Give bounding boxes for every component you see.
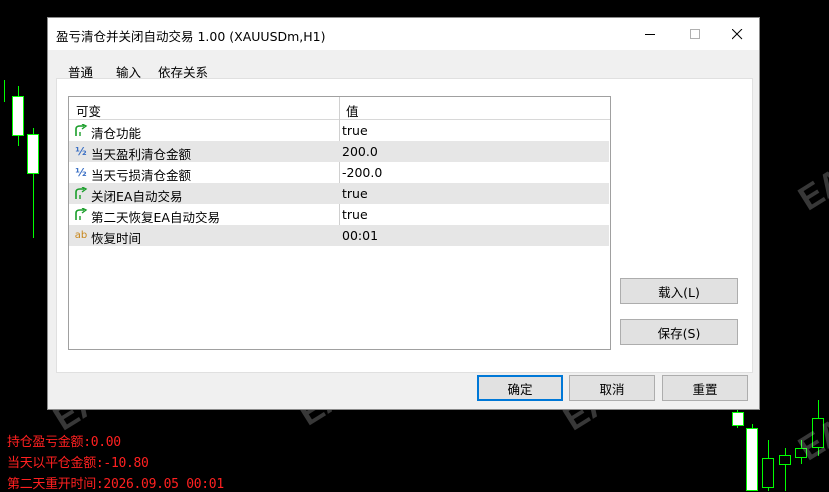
column-header-value[interactable]: 值: [346, 101, 359, 120]
param-name: 恢复时间: [91, 231, 142, 246]
column-header-variable[interactable]: 可变: [76, 101, 101, 120]
load-button[interactable]: 载入(L): [620, 278, 738, 304]
tab-strip: 普通 输入 依存关系: [56, 56, 753, 86]
watermark: EAHub.cn: [792, 99, 829, 219]
toggle-arrow-icon: [73, 123, 89, 138]
candle-body: [732, 412, 744, 426]
param-value[interactable]: 200.0: [342, 144, 378, 159]
closed-amount-text: 当天以平仓金额:-10.80: [7, 456, 149, 471]
param-row[interactable]: ½ 当天亏损清仓金额 -200.0: [69, 162, 609, 183]
param-row[interactable]: ½ 当天盈利清仓金额 200.0: [69, 141, 609, 162]
fraction-icon: ½: [75, 166, 87, 179]
cancel-button[interactable]: 取消: [569, 375, 655, 401]
maximize-icon: [690, 28, 700, 39]
fraction-icon: ½: [75, 145, 87, 158]
candle-body: [746, 428, 758, 491]
param-name: 清仓功能: [91, 126, 142, 141]
toggle-arrow-icon: [73, 186, 89, 201]
param-value[interactable]: -200.0: [342, 165, 382, 180]
close-icon: [732, 28, 743, 39]
title-bar[interactable]: 盈亏清仓并关闭自动交易 1.00 (XAUUSDm,H1): [48, 18, 759, 50]
ab-text-icon: ab: [74, 230, 88, 241]
param-name: 关闭EA自动交易: [91, 189, 183, 204]
param-name: 第二天恢复EA自动交易: [91, 210, 220, 225]
candle-body: [12, 96, 24, 136]
dialog-title: 盈亏清仓并关闭自动交易 1.00 (XAUUSDm,H1): [56, 29, 326, 44]
minimize-icon: [645, 33, 655, 35]
inputs-panel: 可变 值 清仓功能 true ½ 当天盈利清仓金额 200.0 ½ 当天亏损清仓…: [56, 78, 753, 373]
param-row[interactable]: 清仓功能 true: [69, 120, 609, 141]
param-value[interactable]: true: [342, 207, 368, 222]
reset-button[interactable]: 重置: [662, 375, 748, 401]
close-button[interactable]: [715, 18, 760, 50]
position-pnl-text: 持仓盈亏金额:0.00: [7, 435, 121, 450]
save-button[interactable]: 保存(S): [620, 319, 738, 345]
param-name: 当天盈利清仓金额: [91, 147, 192, 162]
reopen-time-text: 第二天重开时间:2026.09.05 00:01: [7, 477, 224, 492]
candle-body: [779, 455, 791, 465]
param-value[interactable]: 00:01: [342, 228, 378, 243]
ok-button[interactable]: 确定: [477, 375, 563, 401]
param-value[interactable]: true: [342, 186, 368, 201]
maximize-button[interactable]: [673, 18, 718, 50]
candle-body: [27, 134, 39, 174]
param-row[interactable]: 关闭EA自动交易 true: [69, 183, 609, 204]
candle-wick: [4, 88, 5, 96]
parameters-grid[interactable]: 可变 值 清仓功能 true ½ 当天盈利清仓金额 200.0 ½ 当天亏损清仓…: [68, 96, 611, 350]
param-name: 当天亏损清仓金额: [91, 168, 192, 183]
param-row[interactable]: ab 恢复时间 00:01: [69, 225, 609, 246]
candle-body: [762, 458, 774, 488]
toggle-arrow-icon: [73, 207, 89, 222]
minimize-button[interactable]: [628, 18, 673, 50]
param-row[interactable]: 第二天恢复EA自动交易 true: [69, 204, 609, 225]
param-value[interactable]: true: [342, 123, 368, 138]
ea-properties-dialog: 盈亏清仓并关闭自动交易 1.00 (XAUUSDm,H1) 普通 输入 依存关系…: [47, 17, 760, 410]
